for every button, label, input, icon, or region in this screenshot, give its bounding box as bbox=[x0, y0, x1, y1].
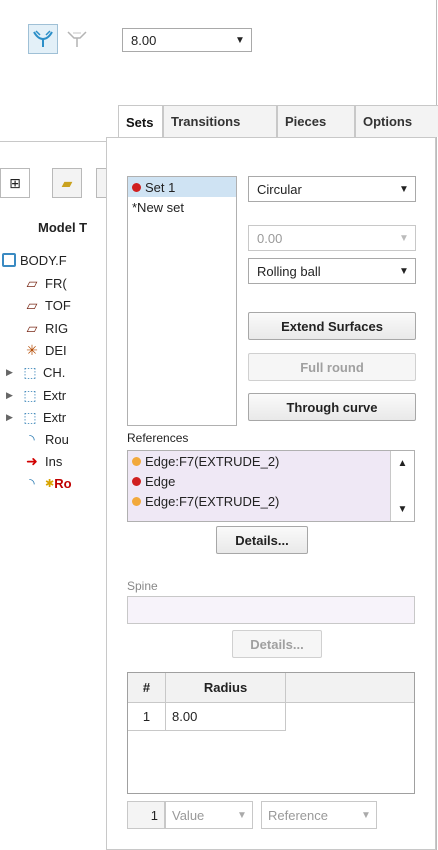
row-index-cell: 1 bbox=[128, 703, 166, 730]
column-header-index: # bbox=[128, 673, 166, 702]
tree-item-front[interactable]: ▱ FR( bbox=[22, 273, 67, 293]
radius-dropdown-value: 8.00 bbox=[131, 33, 157, 48]
chevron-down-icon: ▼ bbox=[237, 809, 247, 821]
folder-icon: ▰ bbox=[61, 174, 73, 191]
cross-section-shape-dropdown[interactable]: Circular ▼ bbox=[248, 176, 416, 202]
reference-marker-icon bbox=[132, 456, 141, 466]
scroll-up-icon[interactable]: ▲ bbox=[391, 453, 414, 473]
tree-item-round[interactable]: ◝ Rou bbox=[22, 429, 69, 449]
through-curve-button[interactable]: Through curve bbox=[248, 393, 416, 421]
tab-options[interactable]: Options bbox=[355, 105, 438, 137]
reference-item[interactable]: Edge bbox=[128, 471, 414, 491]
references-details-button[interactable]: Details... bbox=[216, 526, 308, 554]
references-label: References bbox=[127, 431, 189, 445]
value-type-dropdown: Value ▼ bbox=[165, 801, 253, 829]
tree-item-new-round[interactable]: ◝ ✱ Ro bbox=[22, 473, 71, 493]
expand-arrow-icon[interactable]: ▶ bbox=[6, 412, 20, 423]
spine-field bbox=[127, 596, 415, 624]
reference-marker-icon bbox=[132, 496, 141, 506]
new-feature-star-icon: ✱ bbox=[45, 477, 55, 490]
datum-plane-icon: ▱ bbox=[26, 274, 38, 291]
references-scrollbar[interactable]: ▲ ▼ bbox=[390, 451, 414, 521]
column-header-radius: Radius bbox=[166, 673, 286, 702]
tree-item-csys[interactable]: ✳ DEI bbox=[22, 340, 67, 360]
scroll-down-icon[interactable]: ▼ bbox=[391, 499, 414, 519]
reference-type-dropdown: Reference ▼ bbox=[261, 801, 377, 829]
reference-marker-icon bbox=[132, 476, 141, 486]
spine-label: Spine bbox=[127, 579, 158, 593]
status-marker-icon bbox=[132, 182, 141, 192]
set-item[interactable]: Set 1 bbox=[128, 177, 236, 197]
tree-item-extrude-2[interactable]: ▶ ⬚ Extr bbox=[6, 407, 66, 427]
radius-count: 1 bbox=[127, 801, 165, 829]
table-header: # Radius bbox=[128, 673, 414, 703]
insert-arrow-icon: ➜ bbox=[26, 452, 38, 469]
extend-surfaces-button[interactable]: Extend Surfaces bbox=[248, 312, 416, 340]
tab-pieces[interactable]: Pieces bbox=[277, 105, 355, 137]
chevron-down-icon[interactable]: ▼ bbox=[393, 177, 415, 201]
chevron-down-icon: ▼ bbox=[399, 232, 409, 244]
radius-value-cell[interactable]: 8.00 bbox=[166, 703, 286, 730]
expand-arrow-icon[interactable]: ▶ bbox=[6, 390, 20, 401]
table-row[interactable]: 1 8.00 bbox=[128, 703, 286, 731]
radius-dropdown[interactable]: 8.00 ▼ bbox=[122, 28, 252, 52]
chevron-down-icon: ▼ bbox=[361, 809, 371, 821]
sets-panel: Set 1 *New set Circular ▼ 0.00 ▼ Rolling… bbox=[106, 137, 436, 850]
tree-item-body[interactable]: BODY.F bbox=[2, 250, 67, 270]
conic-parameter-dropdown: 0.00 ▼ bbox=[248, 225, 416, 251]
model-tree-panel: ⊞ ▰ Model T BODY.F ▱ FR( ▱ TOF ▱ RIG ✳ D… bbox=[0, 135, 118, 850]
radius-table[interactable]: # Radius 1 8.00 bbox=[127, 672, 415, 794]
folder-browser-tab[interactable]: ▰ bbox=[52, 168, 82, 198]
divider bbox=[0, 141, 118, 142]
tree-item-right[interactable]: ▱ RIG bbox=[22, 318, 69, 338]
creation-method-dropdown[interactable]: Rolling ball ▼ bbox=[248, 258, 416, 284]
tree-item-top[interactable]: ▱ TOF bbox=[22, 295, 71, 315]
part-icon bbox=[2, 253, 16, 267]
radius-controls: 1 Value ▼ Reference ▼ bbox=[127, 801, 377, 829]
model-tree-header: Model T bbox=[38, 220, 88, 235]
full-round-button: Full round bbox=[248, 353, 416, 381]
model-tree-tab[interactable]: ⊞ bbox=[0, 168, 30, 198]
reference-item[interactable]: Edge:F7(EXTRUDE_2) bbox=[128, 491, 414, 511]
tree-item-insert-here[interactable]: ➜ Ins bbox=[22, 451, 62, 471]
set-item-new[interactable]: *New set bbox=[128, 197, 236, 217]
tree-item-extrude-1[interactable]: ▶ ⬚ Extr bbox=[6, 385, 66, 405]
round-set-icon[interactable] bbox=[28, 24, 58, 54]
tab-transitions[interactable]: Transitions bbox=[163, 105, 277, 137]
reference-item[interactable]: Edge:F7(EXTRUDE_2) bbox=[128, 451, 414, 471]
feature-icon: ⬚ bbox=[23, 363, 37, 380]
model-tree-icon: ⊞ bbox=[9, 174, 21, 191]
round-transition-icon[interactable] bbox=[62, 24, 92, 54]
tree-item-chamfer[interactable]: ▶ ⬚ CH. bbox=[6, 362, 65, 382]
round-icon: ◝ bbox=[29, 474, 35, 491]
datum-plane-icon: ▱ bbox=[26, 319, 38, 336]
csys-icon: ✳ bbox=[26, 341, 38, 358]
datum-plane-icon: ▱ bbox=[26, 296, 38, 313]
references-list[interactable]: Edge:F7(EXTRUDE_2) Edge Edge:F7(EXTRUDE_… bbox=[127, 450, 415, 522]
round-icon: ◝ bbox=[29, 430, 35, 447]
feature-icon: ⬚ bbox=[23, 386, 37, 403]
expand-arrow-icon[interactable]: ▶ bbox=[6, 367, 20, 378]
feature-icon: ⬚ bbox=[23, 408, 37, 425]
chevron-down-icon[interactable]: ▼ bbox=[393, 259, 415, 283]
dashboard-tabs: Sets Transitions Pieces Options bbox=[118, 105, 438, 138]
set-list[interactable]: Set 1 *New set bbox=[127, 176, 237, 426]
spine-details-button: Details... bbox=[232, 630, 322, 658]
tab-sets[interactable]: Sets bbox=[118, 105, 163, 138]
chevron-down-icon[interactable]: ▼ bbox=[229, 29, 251, 51]
